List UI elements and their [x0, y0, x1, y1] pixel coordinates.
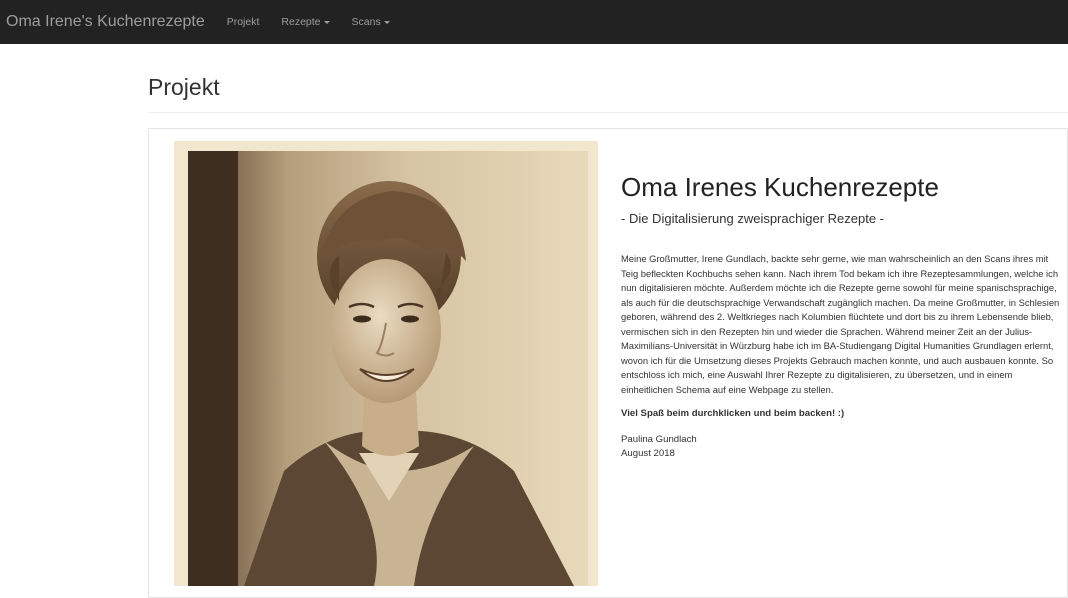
- nav-item-scans[interactable]: Scans: [352, 16, 390, 28]
- nav-item-rezepte[interactable]: Rezepte: [281, 16, 330, 28]
- nav-item-label: Scans: [351, 16, 381, 28]
- signature-date: August 2018: [621, 448, 675, 459]
- top-navbar: Oma Irene's Kuchenrezepte Projekt Rezept…: [0, 0, 1068, 44]
- author-name: Paulina Gundlach: [621, 434, 697, 445]
- signature: Paulina Gundlach August 2018: [621, 433, 1061, 461]
- nav-item-projekt[interactable]: Projekt: [227, 16, 260, 28]
- closing-line: Viel Spaß beim durchklicken und beim bac…: [621, 408, 845, 419]
- header-divider: [148, 112, 1068, 113]
- main-heading: Oma Irenes Kuchenrezepte: [621, 172, 939, 202]
- caret-down-icon: [323, 20, 330, 24]
- caret-down-icon: [383, 20, 390, 24]
- page-title: Projekt: [148, 74, 220, 100]
- nav-item-label: Rezepte: [281, 16, 321, 28]
- nav-item-label: Projekt: [226, 16, 260, 28]
- portrait-photo: [174, 141, 598, 586]
- intro-text-column: Oma Irenes Kuchenrezepte - Die Digitalis…: [621, 170, 1061, 461]
- brand-link[interactable]: Oma Irene's Kuchenrezepte: [6, 0, 205, 44]
- subtitle: - Die Digitalisierung zweisprachiger Rez…: [621, 211, 884, 226]
- intro-paragraph: Meine Großmutter, Irene Gundlach, backte…: [621, 253, 1060, 395]
